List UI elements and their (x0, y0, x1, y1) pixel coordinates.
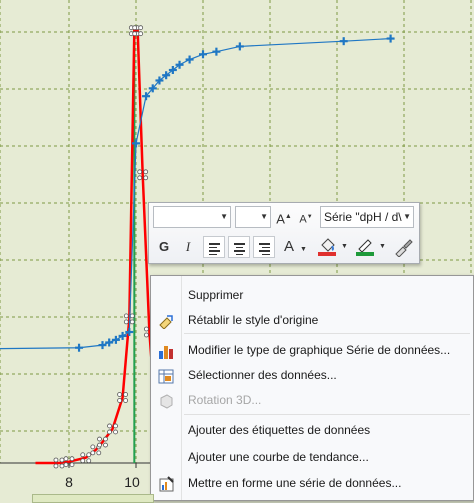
menu-item-supprimer[interactable]: Supprimer (151, 284, 473, 308)
menu-item-selectionner-donnees[interactable]: Sélectionner des données... (151, 364, 473, 388)
align-right-button[interactable] (253, 236, 275, 258)
italic-button[interactable]: I (179, 236, 197, 258)
menu-item-label: Mettre en forme une série de données... (188, 476, 402, 490)
menu-item-modifier-type[interactable]: Modifier le type de graphique Série de d… (151, 339, 473, 363)
shrink-font-icon: A (299, 213, 307, 226)
menu-item-label: Ajouter une courbe de tendance... (188, 450, 369, 464)
select-data-icon (158, 369, 174, 384)
x-tick-label: 10 (124, 474, 140, 490)
align-right-icon (259, 243, 270, 257)
fill-color-button[interactable]: ▼ (315, 236, 349, 258)
pen-icon (356, 239, 374, 256)
series-select-value: Série "dpH / d\ (324, 210, 402, 224)
x-tick-label: 8 (65, 474, 73, 490)
reset-style-icon (159, 315, 173, 329)
menu-separator (184, 414, 470, 415)
menu-item-label: Supprimer (188, 288, 244, 302)
font-color-icon: A (284, 238, 295, 255)
align-center-button[interactable] (228, 236, 250, 258)
brush-icon (395, 239, 413, 257)
format-series-icon (159, 476, 174, 492)
grow-font-button[interactable]: A▲ (274, 206, 294, 228)
font-size-box[interactable]: ▼ (235, 206, 271, 228)
chevron-down-icon[interactable]: ▼ (403, 207, 411, 227)
menu-item-label: Sélectionner des données... (188, 368, 337, 382)
shrink-font-button[interactable]: A▼ (296, 206, 316, 228)
menu-item-label: Modifier le type de graphique Série de d… (188, 343, 451, 357)
align-center-icon (234, 243, 245, 257)
mini-toolbar: ▼ ▼ A▲ A▼ Série "dpH / d\ ▼ G I A ▼ ▼ ▼ (148, 202, 420, 264)
menu-item-rotation-3d: Rotation 3D... (151, 389, 473, 413)
rotation-3d-icon (160, 394, 173, 409)
bold-button[interactable]: G (155, 236, 173, 258)
menu-item-mettre-en-forme[interactable]: Mettre en forme une série de données... (151, 472, 473, 496)
menu-item-ajouter-tendance[interactable]: Ajouter une courbe de tendance... (151, 446, 473, 470)
grow-font-icon: A (276, 211, 285, 227)
font-color-button[interactable]: A ▼ (280, 236, 310, 258)
chevron-down-icon[interactable]: ▼ (220, 207, 228, 227)
menu-item-label: Rétablir le style d'origine (188, 313, 319, 327)
menu-item-label: Ajouter des étiquettes de données (188, 423, 371, 437)
font-name-box[interactable]: ▼ (153, 206, 231, 228)
align-left-icon (209, 243, 220, 257)
menu-item-ajouter-etiquettes[interactable]: Ajouter des étiquettes de données (151, 419, 473, 443)
align-left-button[interactable] (203, 236, 225, 258)
menu-separator (184, 333, 470, 334)
line-color-button[interactable]: ▼ (353, 236, 387, 258)
menu-item-retablir-style[interactable]: Rétablir le style d'origine (151, 309, 473, 333)
paint-bucket-icon (318, 238, 336, 256)
series-select[interactable]: Série "dpH / d\ ▼ (320, 206, 414, 228)
chart-type-icon (159, 346, 173, 359)
chevron-down-icon[interactable]: ▼ (260, 207, 268, 227)
menu-item-label: Rotation 3D... (188, 393, 262, 407)
format-painter-button[interactable] (392, 236, 414, 258)
status-strip (32, 494, 154, 503)
context-menu: Supprimer Rétablir le style d'origine Modi… (150, 275, 474, 501)
